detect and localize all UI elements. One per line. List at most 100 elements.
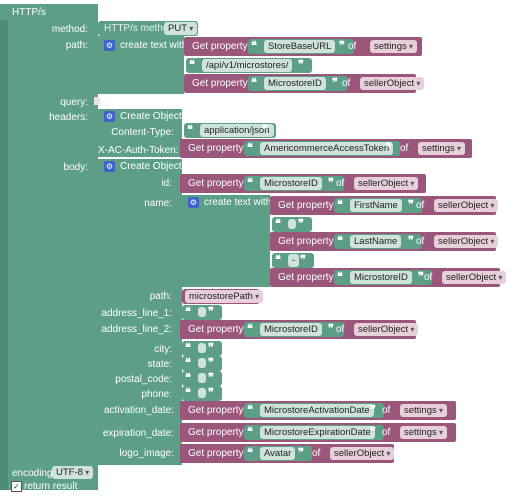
text-field[interactable] — [198, 343, 206, 353]
text-block[interactable]: ❝ Avatar ❞ — [244, 446, 312, 461]
body-label: body: — [63, 162, 88, 173]
text-block[interactable]: ❝ FirstName ❞ — [334, 198, 422, 213]
logo-label: logo_image: — [119, 448, 174, 459]
get-property-block[interactable]: Get property ❝ MicrostoreID ❞ of sellerO… — [180, 320, 419, 339]
object-dropdown[interactable]: settings — [400, 426, 447, 439]
get-property-block[interactable]: Get property ❝ MicrostoreID ❞ of sellerO… — [184, 74, 425, 93]
phone-label: phone: — [141, 389, 172, 400]
text-field[interactable] — [198, 358, 206, 368]
get-property-block[interactable]: Get property ❝ Avatar ❞ of sellerObject — [180, 444, 395, 463]
text-block[interactable]: ❝ ❞ — [182, 356, 222, 371]
quote-icon: ❝ — [247, 177, 253, 189]
name-create-text[interactable] — [182, 195, 270, 287]
quote-icon: ❞ — [339, 40, 345, 52]
gear-icon[interactable]: ⚙ — [104, 40, 115, 51]
quote-icon: ❝ — [337, 199, 343, 211]
text-block[interactable]: ❝ ❞ — [272, 217, 312, 232]
text-field[interactable]: /api/v1/microstores/ — [202, 59, 293, 72]
text-block[interactable]: ❝ /api/v1/microstores/ ❞ — [186, 58, 312, 73]
text-block[interactable]: ❝ MicrostoreID ❞ — [334, 270, 432, 285]
method-dropdown[interactable]: PUT — [164, 22, 198, 35]
text-field[interactable]: AmericommerceAccessToken — [260, 142, 394, 155]
text-field[interactable]: StoreBaseURL — [264, 40, 336, 53]
text-block[interactable]: ❝ ❞ — [182, 305, 222, 320]
object-dropdown[interactable]: settings — [418, 142, 465, 155]
city-label: city: — [154, 344, 172, 355]
get-property-block[interactable]: Get property ❝ MicrostoreID ❞ of sellerO… — [180, 174, 426, 193]
quote-icon: ❝ — [247, 323, 253, 335]
get-property-block[interactable]: Get property ❝ LastName ❞ of sellerObjec… — [270, 232, 499, 251]
quote-icon: ❝ — [247, 404, 253, 416]
of-label: of — [424, 272, 433, 283]
get-property-label: Get property — [278, 272, 334, 283]
object-dropdown[interactable]: sellerObject — [354, 323, 419, 336]
postal-label: postal_code: — [115, 374, 172, 385]
text-field[interactable] — [198, 307, 206, 317]
expiration-label: expiration_date: — [102, 428, 174, 439]
text-field[interactable]: FirstName — [350, 199, 402, 212]
text-field[interactable]: MicrostoreID — [350, 271, 412, 284]
activation-label: activation_date: — [103, 405, 174, 416]
object-dropdown[interactable]: sellerObject — [330, 447, 395, 460]
gear-icon[interactable]: ⚙ — [188, 197, 199, 208]
variable-dropdown[interactable]: microstorePath — [185, 290, 264, 303]
text-block[interactable]: ❝ LastName ❞ — [334, 234, 422, 249]
text-field[interactable]: MicrostoreID — [260, 323, 322, 336]
quote-icon: ❝ — [251, 77, 257, 89]
of-label: of — [382, 427, 391, 438]
object-dropdown[interactable]: settings — [370, 40, 417, 53]
empty-socket[interactable] — [94, 97, 100, 105]
name-label: name: — [144, 198, 172, 209]
text-field[interactable]: MicrostoreExpirationDate — [260, 426, 375, 439]
text-field[interactable]: MicrostoreID — [264, 77, 326, 90]
get-property-block[interactable]: Get property ❝ MicrostoreActivationDate … — [180, 401, 456, 420]
text-block[interactable]: ❝ MicrostoreID ❞ — [244, 322, 344, 337]
text-field[interactable]: LastName — [350, 235, 402, 248]
text-block[interactable]: ❝ ❞ — [182, 386, 222, 401]
quote-icon: ❝ — [189, 59, 195, 71]
text-block[interactable]: ❝ ❞ — [182, 341, 222, 356]
text-block[interactable]: ❝ MicrostoreActivationDate ❞ — [244, 403, 384, 418]
text-block[interactable]: ❝ application/json ❞ — [184, 123, 276, 138]
text-field[interactable] — [288, 219, 296, 229]
text-block[interactable]: ❝ MicrostoreID ❞ — [248, 76, 348, 91]
text-field[interactable] — [198, 388, 206, 398]
get-property-block[interactable]: Get property ❝ AmericommerceAccessToken … — [180, 139, 472, 158]
text-block[interactable]: ❝ MicrostoreID ❞ — [244, 176, 344, 191]
object-dropdown[interactable]: sellerObject — [360, 77, 425, 90]
text-block[interactable]: ❝ ❞ — [182, 371, 222, 386]
object-dropdown[interactable]: sellerObject — [434, 199, 499, 212]
of-label: of — [312, 448, 321, 459]
text-block[interactable]: ❝ MicrostoreExpirationDate ❞ — [244, 425, 384, 440]
get-property-label: Get property — [278, 236, 334, 247]
gear-icon[interactable]: ⚙ — [104, 111, 115, 122]
quote-icon: ❞ — [208, 387, 214, 399]
get-property-block[interactable]: Get property ❝ MicrostoreID ❞ of sellerO… — [270, 268, 507, 287]
quote-icon: ❞ — [300, 254, 306, 266]
get-property-block[interactable]: Get property ❝ MicrostoreExpirationDate … — [180, 423, 456, 442]
object-dropdown[interactable]: sellerObject — [434, 235, 499, 248]
variable-block[interactable]: microstorePath — [182, 289, 264, 304]
quote-icon: ❝ — [185, 387, 191, 399]
object-dropdown[interactable]: sellerObject — [442, 271, 507, 284]
http-block[interactable] — [0, 4, 98, 490]
text-field[interactable]: - — [288, 254, 300, 267]
quote-icon: ❝ — [337, 235, 343, 247]
quote-icon: ❝ — [185, 306, 191, 318]
quote-icon: ❞ — [208, 306, 214, 318]
encoding-dropdown[interactable]: UTF-8 — [52, 466, 94, 479]
text-field[interactable]: MicrostoreID — [260, 177, 322, 190]
text-field[interactable]: MicrostoreActivationDate — [260, 404, 374, 417]
get-property-block[interactable]: Get property ❝ FirstName ❞ of sellerObje… — [270, 196, 499, 215]
text-block[interactable]: ❝ StoreBaseURL ❞ — [248, 39, 354, 54]
text-field[interactable]: Avatar — [260, 447, 296, 460]
object-dropdown[interactable]: settings — [400, 404, 447, 417]
text-block[interactable]: ❝ AmericommerceAccessToken ❞ — [244, 141, 400, 156]
text-field[interactable] — [198, 373, 206, 383]
method-block[interactable]: HTTP/s method PUT — [98, 21, 198, 36]
text-block[interactable]: ❝ - ❞ — [272, 253, 314, 268]
checkbox-icon[interactable]: ✓ — [11, 481, 22, 492]
object-dropdown[interactable]: sellerObject — [354, 177, 419, 190]
gear-icon[interactable]: ⚙ — [104, 161, 115, 172]
get-property-block[interactable]: Get property ❝ StoreBaseURL ❞ of setting… — [184, 37, 422, 56]
